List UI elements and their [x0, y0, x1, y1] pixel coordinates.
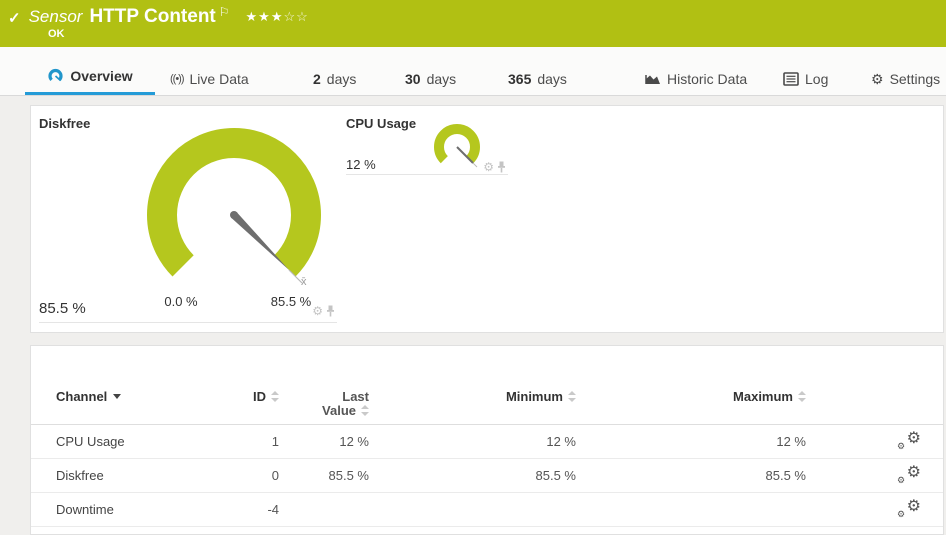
channel-last-value: 85.5 % [328, 468, 369, 483]
channel-last-value: 12 % [339, 434, 369, 449]
status-check-icon: ✓ [8, 10, 21, 27]
tab-historic-data-label: Historic Data [667, 71, 748, 87]
tab-2-days[interactable]: 2 days [313, 63, 356, 95]
channel-minimum: 12 % [546, 434, 576, 449]
cpu-widget-icons: ⚙ [483, 160, 506, 174]
header-id[interactable]: ID [181, 390, 279, 404]
diskfree-widget-icons: ⚙ [312, 304, 335, 318]
header-minimum[interactable]: Minimum [426, 390, 576, 404]
status-badge: OK [48, 28, 65, 40]
header-maximum[interactable]: Maximum [656, 390, 806, 404]
sort-icon [568, 391, 576, 402]
stars-empty: ☆☆ [283, 9, 309, 24]
tab-live-data[interactable]: ((•)) Live Data [170, 63, 249, 95]
header-maximum-label: Maximum [733, 389, 793, 404]
cpu-current-value: 12 % [346, 157, 376, 172]
priority-stars[interactable]: ★★★☆☆ [246, 9, 309, 25]
header-last-line1: Last [342, 389, 369, 404]
stars-filled: ★★★ [245, 9, 284, 24]
object-kind-label: Sensor [28, 7, 83, 26]
tab-2-days-unit: days [326, 71, 357, 87]
channel-id: -4 [267, 502, 279, 517]
tab-365-days-unit: days [537, 71, 567, 87]
flag-icon[interactable]: ⚐ [219, 5, 230, 19]
sort-desc-icon [113, 394, 122, 399]
tab-30-days[interactable]: 30 days [405, 63, 456, 95]
tab-2-days-number: 2 [313, 71, 321, 87]
tab-settings-label: Settings [889, 71, 941, 87]
gear-small-icon: ⚙ [897, 475, 906, 485]
pin-icon[interactable] [326, 305, 335, 317]
table-row-diskfree: Diskfree 0 85.5 % 85.5 % 85.5 % ⚙ ⚙ [31, 459, 943, 493]
diskfree-gauge-widget[interactable]: Diskfree 0.0 % 85.5 % x̄ 85.5 % ⚙ [39, 112, 337, 323]
diskfree-mean-marker: x̄ [301, 276, 307, 288]
channel-table-panel: Channel ID Last Value Minimum Maximum CP… [30, 345, 944, 535]
tab-log[interactable]: Log [783, 63, 828, 95]
channel-settings-icon[interactable]: ⚙ ⚙ [897, 430, 921, 454]
cpu-title: CPU Usage [346, 116, 417, 131]
channel-table-header: Channel ID Last Value Minimum Maximum [31, 346, 943, 425]
sensor-name: HTTP Content [89, 6, 216, 27]
diskfree-title: Diskfree [39, 116, 91, 131]
tab-live-data-label: Live Data [189, 71, 249, 87]
area-chart-icon [645, 75, 660, 84]
header-minimum-label: Minimum [505, 389, 563, 404]
gauge-icon [48, 68, 63, 82]
channel-settings-icon[interactable]: ⚙ ⚙ [897, 498, 921, 522]
gear-large-icon: ⚙ [906, 498, 921, 515]
channel-settings-icon[interactable]: ⚙ ⚙ [897, 464, 921, 488]
tab-overview-label: Overview [70, 68, 133, 84]
tab-settings[interactable]: ⚙ Settings [871, 63, 940, 95]
gear-large-icon: ⚙ [906, 464, 921, 481]
sort-icon [361, 405, 369, 416]
tab-overview[interactable]: Overview [25, 60, 155, 95]
channel-maximum: 85.5 % [765, 468, 806, 483]
sort-icon [798, 391, 806, 402]
header-id-label: ID [253, 389, 266, 404]
widget-gear-icon[interactable]: ⚙ [312, 304, 323, 318]
tab-365-days[interactable]: 365 days [508, 63, 567, 95]
tab-log-label: Log [805, 71, 829, 87]
header-last-value[interactable]: Last Value [271, 390, 369, 418]
tab-30-days-unit: days [426, 71, 457, 87]
channel-id: 1 [271, 434, 279, 449]
channel-minimum: 85.5 % [535, 468, 576, 483]
channel-id: 0 [271, 468, 279, 483]
gauges-panel: Diskfree 0.0 % 85.5 % x̄ 85.5 % ⚙ CPU Us… [30, 105, 944, 333]
tab-30-days-number: 30 [405, 71, 421, 87]
gear-icon: ⚙ [871, 70, 884, 87]
diskfree-current-value: 85.5 % [39, 300, 86, 317]
table-row-cpu-usage: CPU Usage 1 12 % 12 % 12 % ⚙ ⚙ [31, 425, 943, 459]
widget-gear-icon[interactable]: ⚙ [483, 160, 494, 174]
cpu-gauge-widget[interactable]: CPU Usage 12 % ⚙ [346, 112, 508, 175]
log-list-icon [783, 72, 799, 86]
cpu-gauge [434, 124, 480, 168]
sensor-status-header: ✓ Sensor HTTP Content ⚐ ★★★☆☆ OK [0, 0, 946, 47]
diskfree-scale-min: 0.0 % [164, 294, 198, 309]
tab-bar: Overview ((•)) Live Data 2 days 30 days … [0, 47, 946, 96]
tab-365-days-number: 365 [508, 71, 532, 87]
gear-large-icon: ⚙ [906, 430, 921, 447]
channel-maximum: 12 % [776, 434, 806, 449]
gear-small-icon: ⚙ [897, 441, 906, 451]
header-channel-label: Channel [56, 389, 108, 404]
pin-icon[interactable] [497, 161, 506, 173]
broadcast-icon: ((•)) [170, 73, 184, 85]
sensor-title-row: ✓ Sensor HTTP Content ⚐ ★★★☆☆ [8, 5, 309, 28]
header-last-line2: Value [322, 403, 356, 418]
gear-small-icon: ⚙ [897, 509, 906, 519]
tab-historic-data[interactable]: Historic Data [645, 63, 747, 95]
table-row-downtime: Downtime -4 ⚙ ⚙ [31, 493, 943, 527]
